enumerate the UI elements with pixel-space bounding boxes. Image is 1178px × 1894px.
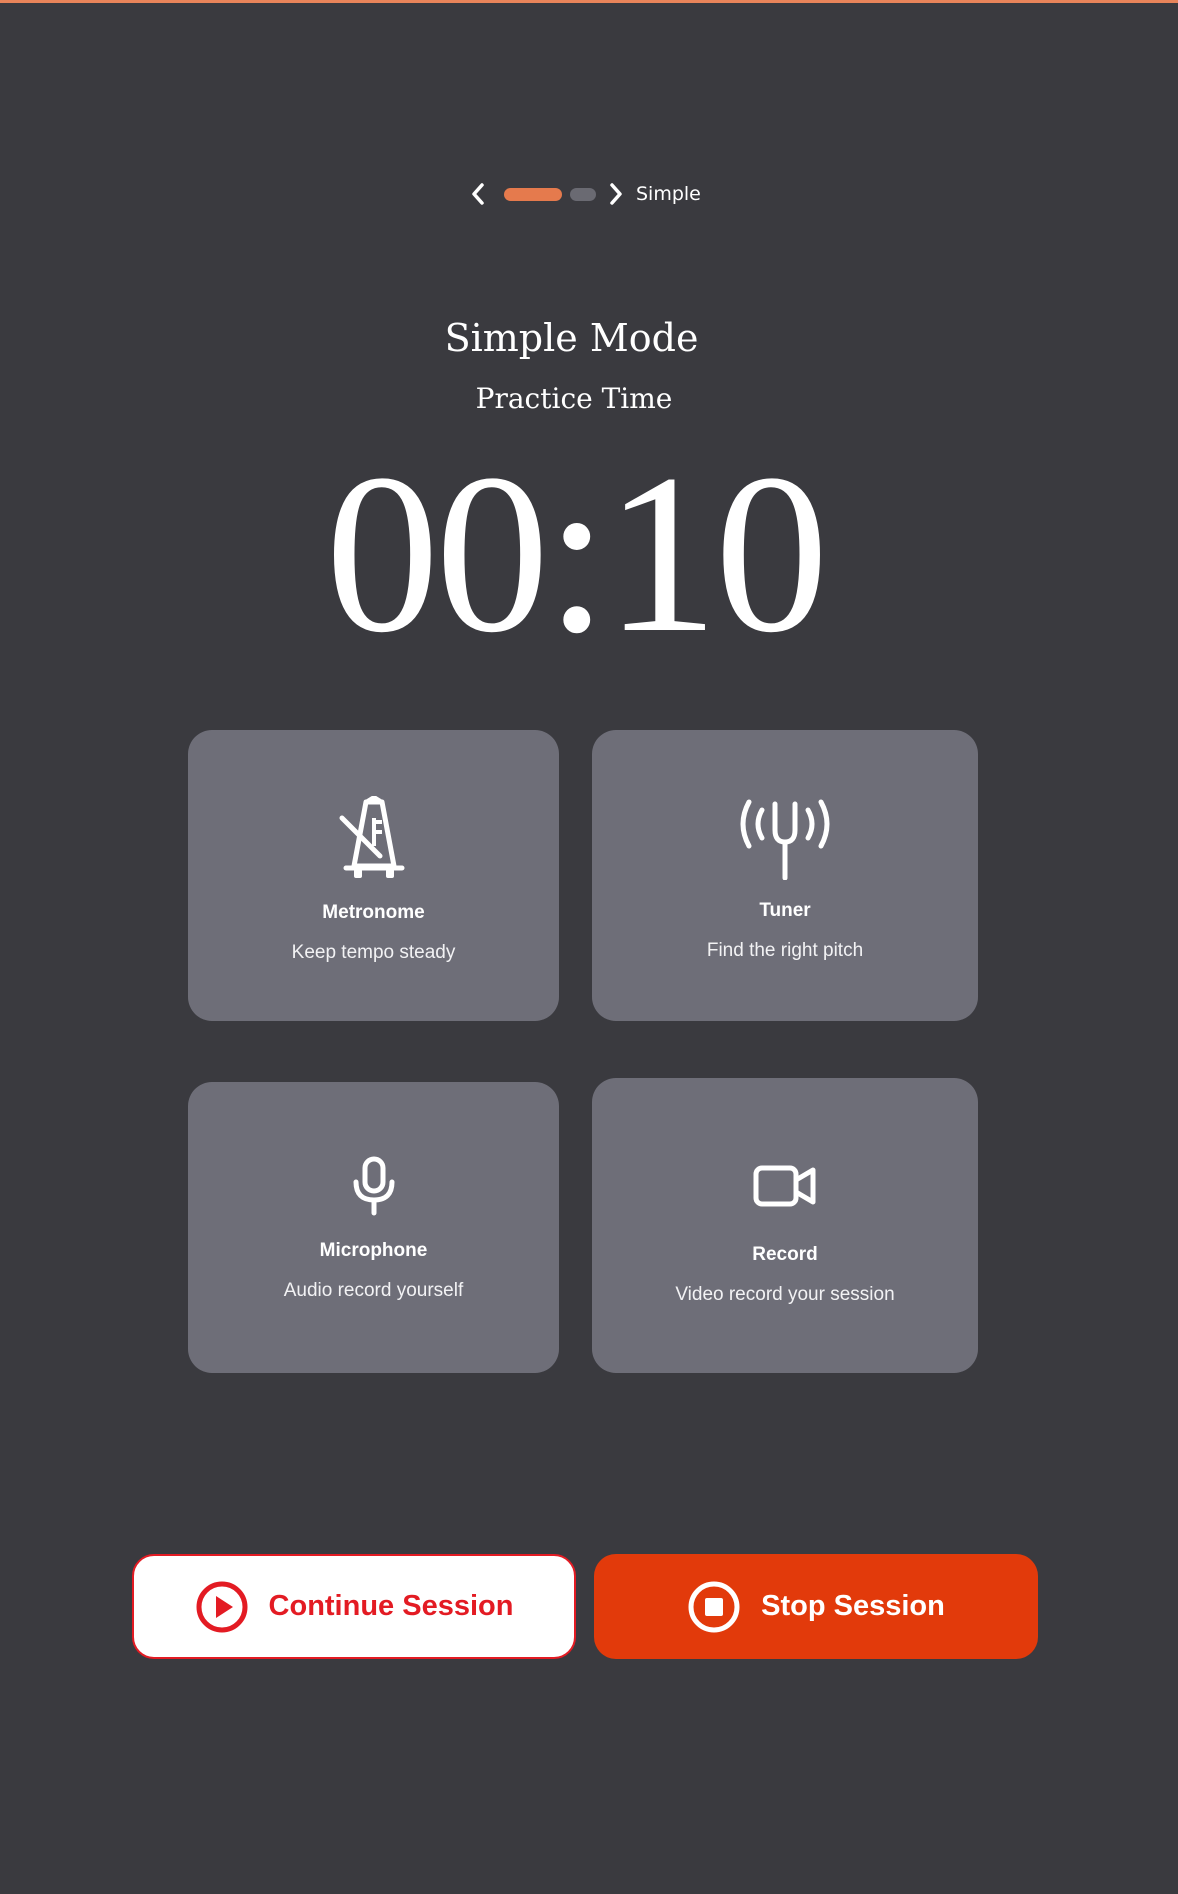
microphone-description: Audio record yourself [283, 1280, 464, 1301]
record-title: Record [752, 1244, 818, 1265]
metronome-title: Metronome [322, 902, 425, 923]
page-subtitle: Practice Time [475, 382, 673, 415]
continue-session-label: Continue Session [268, 1590, 514, 1622]
play-circle-icon [195, 1580, 249, 1634]
page-title: Simple Mode [444, 316, 699, 360]
top-accent-bar [0, 0, 1178, 3]
tuner-card[interactable]: Tuner Find the right pitch [592, 730, 978, 1021]
video-camera-icon [753, 1164, 817, 1212]
microphone-title: Microphone [319, 1240, 428, 1261]
record-card[interactable]: Record Video record your session [592, 1078, 978, 1373]
record-description: Video record your session [675, 1284, 895, 1305]
continue-session-button[interactable]: Continue Session [132, 1554, 576, 1659]
chevron-right-icon[interactable] [604, 179, 628, 209]
metronome-description: Keep tempo steady [291, 942, 456, 963]
microphone-icon [351, 1156, 397, 1220]
metronome-off-icon [336, 795, 412, 888]
practice-timer: 00:10 [325, 428, 828, 680]
chevron-left-icon[interactable] [466, 179, 490, 209]
page-indicator-active[interactable] [504, 187, 562, 201]
stop-circle-icon [687, 1580, 741, 1634]
tuner-title: Tuner [759, 900, 811, 921]
mode-label: Simple [636, 183, 701, 205]
tuner-description: Find the right pitch [706, 940, 864, 961]
stop-session-label: Stop Session [761, 1590, 945, 1622]
page-indicator[interactable] [570, 187, 596, 201]
stop-session-button[interactable]: Stop Session [594, 1554, 1038, 1659]
metronome-card[interactable]: Metronome Keep tempo steady [188, 730, 559, 1021]
mode-pager: Simple [466, 176, 701, 212]
microphone-card[interactable]: Microphone Audio record yourself [188, 1082, 559, 1373]
tuning-fork-icon [735, 796, 835, 884]
